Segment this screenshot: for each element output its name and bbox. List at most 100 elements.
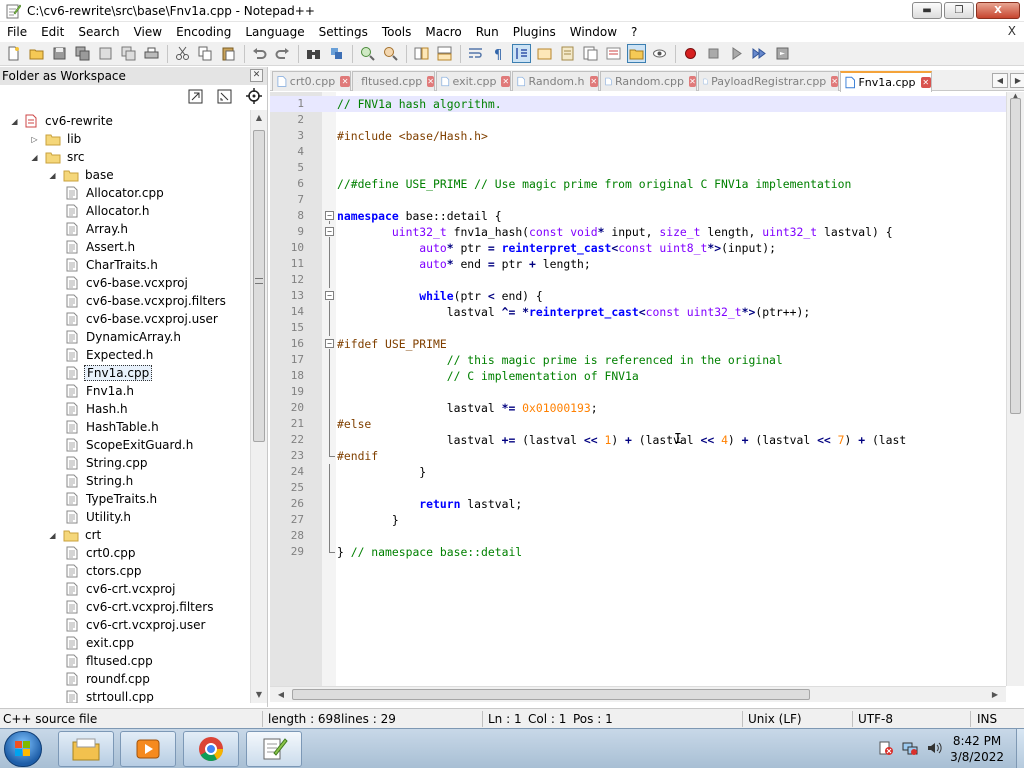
- show-all-chars-button[interactable]: ¶: [489, 44, 508, 63]
- tree-folder-item[interactable]: ◢ base: [48, 166, 116, 184]
- tab-close-icon[interactable]: ✕: [920, 77, 931, 88]
- taskbar-media-player-button[interactable]: [120, 731, 176, 767]
- scrollbar-thumb[interactable]: [1010, 98, 1021, 414]
- tab-close-icon[interactable]: ✕: [427, 76, 434, 87]
- code-line[interactable]: 8 − namespace base::detail {: [270, 208, 1006, 224]
- start-button[interactable]: [4, 731, 42, 767]
- tree-file-item[interactable]: Allocator.cpp: [66, 184, 166, 202]
- code-line[interactable]: 4: [270, 144, 1006, 160]
- tree-folder-item[interactable]: ◢ crt: [48, 526, 103, 544]
- code-line[interactable]: 20 lastval *= 0x01000193;: [270, 400, 1006, 416]
- tree-file-item[interactable]: cv6-crt.vcxproj.filters: [66, 598, 215, 616]
- tree-file-item[interactable]: Fnv1a.cpp: [66, 364, 153, 382]
- code-line[interactable]: 28: [270, 528, 1006, 544]
- restore-button[interactable]: ❐: [944, 2, 974, 19]
- tree-folder-item[interactable]: ◢ cv6-rewrite: [10, 112, 115, 130]
- show-desktop-button[interactable]: [1016, 729, 1024, 768]
- document-tab[interactable]: PayloadRegistrar.cpp ✕: [698, 71, 839, 91]
- code-line[interactable]: 3 #include <base/Hash.h>: [270, 128, 1006, 144]
- code-line[interactable]: 14 lastval ^= *reinterpret_cast<const ui…: [270, 304, 1006, 320]
- editor-horizontal-scrollbar[interactable]: ◀ ▶: [270, 686, 1006, 702]
- tree-file-item[interactable]: CharTraits.h: [66, 256, 160, 274]
- taskbar-notepadpp-button[interactable]: [246, 731, 302, 767]
- doc-map-button[interactable]: [558, 44, 577, 63]
- tree-file-item[interactable]: Utility.h: [66, 508, 133, 526]
- function-list-button[interactable]: [581, 44, 600, 63]
- fold-toggle-icon[interactable]: −: [325, 211, 334, 220]
- document-tab[interactable]: Random.h ✕: [512, 71, 599, 91]
- tab-close-icon[interactable]: ✕: [689, 76, 696, 87]
- document-tab[interactable]: exit.cpp ✕: [436, 71, 511, 91]
- close-button[interactable]: [96, 44, 115, 63]
- menu-settings[interactable]: Settings: [312, 25, 375, 39]
- code-line[interactable]: 16 − #ifdef USE_PRIME: [270, 336, 1006, 352]
- record-macro-button[interactable]: [681, 44, 700, 63]
- tree-file-item[interactable]: cv6-crt.vcxproj.user: [66, 616, 207, 634]
- collapse-all-button[interactable]: [215, 87, 233, 105]
- tree-folder-item[interactable]: ▷ lib: [30, 130, 83, 148]
- locate-file-button[interactable]: [245, 87, 263, 105]
- stop-macro-button[interactable]: [704, 44, 723, 63]
- menu-edit[interactable]: Edit: [34, 25, 71, 39]
- scrollbar-thumb[interactable]: [253, 130, 265, 442]
- cut-button[interactable]: [173, 44, 192, 63]
- taskbar-clock[interactable]: 8:42 PM 3/8/2022: [950, 733, 1004, 765]
- document-tab[interactable]: fltused.cpp ✕: [352, 71, 435, 91]
- tree-file-item[interactable]: String.cpp: [66, 454, 149, 472]
- code-line[interactable]: 25: [270, 480, 1006, 496]
- tree-file-item[interactable]: Allocator.h: [66, 202, 151, 220]
- save-all-button[interactable]: [73, 44, 92, 63]
- tree-file-item[interactable]: roundf.cpp: [66, 670, 152, 688]
- collapse-arrow-icon[interactable]: ◢: [30, 153, 39, 162]
- scroll-up-icon[interactable]: ▲: [251, 110, 267, 126]
- tree-file-item[interactable]: cv6-crt.vcxproj: [66, 580, 177, 598]
- code-line[interactable]: 26 return lastval;: [270, 496, 1006, 512]
- minimize-button[interactable]: ▬: [912, 2, 942, 19]
- tree-file-item[interactable]: Assert.h: [66, 238, 137, 256]
- undo-button[interactable]: [250, 44, 269, 63]
- replace-button[interactable]: [327, 44, 346, 63]
- run-macro-multiple-button[interactable]: [750, 44, 769, 63]
- tree-file-item[interactable]: Fnv1a.h: [66, 382, 136, 400]
- network-icon[interactable]: [902, 740, 918, 759]
- project-panel-button[interactable]: [627, 44, 646, 63]
- fold-toggle-icon[interactable]: −: [325, 339, 334, 348]
- sync-vertical-button[interactable]: [412, 44, 431, 63]
- code-editor[interactable]: ▲ 1// FNV1a hash algorithm. 2 3 #include <b…: [270, 92, 1024, 686]
- code-line[interactable]: 7: [270, 192, 1006, 208]
- define-language-button[interactable]: [535, 44, 554, 63]
- tree-file-item[interactable]: strtoull.cpp: [66, 688, 156, 703]
- code-line[interactable]: 22 lastval += (lastval << 1) + (lastval …: [270, 432, 1006, 448]
- status-insert-mode[interactable]: INS: [977, 712, 997, 726]
- code-line[interactable]: 12: [270, 272, 1006, 288]
- tab-close-icon[interactable]: ✕: [501, 76, 510, 87]
- code-line[interactable]: 23 #endif: [270, 448, 1006, 464]
- file-tree-scrollbar[interactable]: ▲ ▼: [250, 110, 267, 703]
- code-line[interactable]: 27 }: [270, 512, 1006, 528]
- menu-view[interactable]: View: [127, 25, 169, 39]
- tree-file-item[interactable]: ctors.cpp: [66, 562, 143, 580]
- menu-macro[interactable]: Macro: [418, 25, 468, 39]
- tree-file-item[interactable]: cv6-base.vcxproj.user: [66, 310, 220, 328]
- find-button[interactable]: [304, 44, 323, 63]
- redo-button[interactable]: [273, 44, 292, 63]
- editor-vertical-scrollbar[interactable]: ▲: [1006, 92, 1024, 686]
- taskbar-chrome-button[interactable]: [183, 731, 239, 767]
- code-line[interactable]: 10 auto* ptr = reinterpret_cast<const ui…: [270, 240, 1006, 256]
- code-line[interactable]: 6 //#define USE_PRIME // Use magic prime …: [270, 176, 1006, 192]
- code-line[interactable]: 1 // FNV1a hash algorithm.: [270, 96, 1006, 112]
- menu-language[interactable]: Language: [238, 25, 311, 39]
- tree-file-item[interactable]: TypeTraits.h: [66, 490, 159, 508]
- code-line[interactable]: 18 // C implementation of FNV1a: [270, 368, 1006, 384]
- paste-button[interactable]: [219, 44, 238, 63]
- document-tab[interactable]: Random.cpp ✕: [600, 71, 697, 91]
- document-tab[interactable]: crt0.cpp ✕: [272, 71, 351, 91]
- scroll-left-icon[interactable]: ◀: [274, 687, 288, 703]
- tab-close-icon[interactable]: ✕: [589, 76, 598, 87]
- scroll-right-icon[interactable]: ▶: [988, 687, 1002, 703]
- code-line[interactable]: 11 auto* end = ptr + length;: [270, 256, 1006, 272]
- indent-guide-button[interactable]: [512, 44, 531, 63]
- tree-file-item[interactable]: Expected.h: [66, 346, 155, 364]
- expand-all-button[interactable]: [186, 87, 204, 105]
- tab-scroll-left-icon[interactable]: ◀: [992, 73, 1008, 88]
